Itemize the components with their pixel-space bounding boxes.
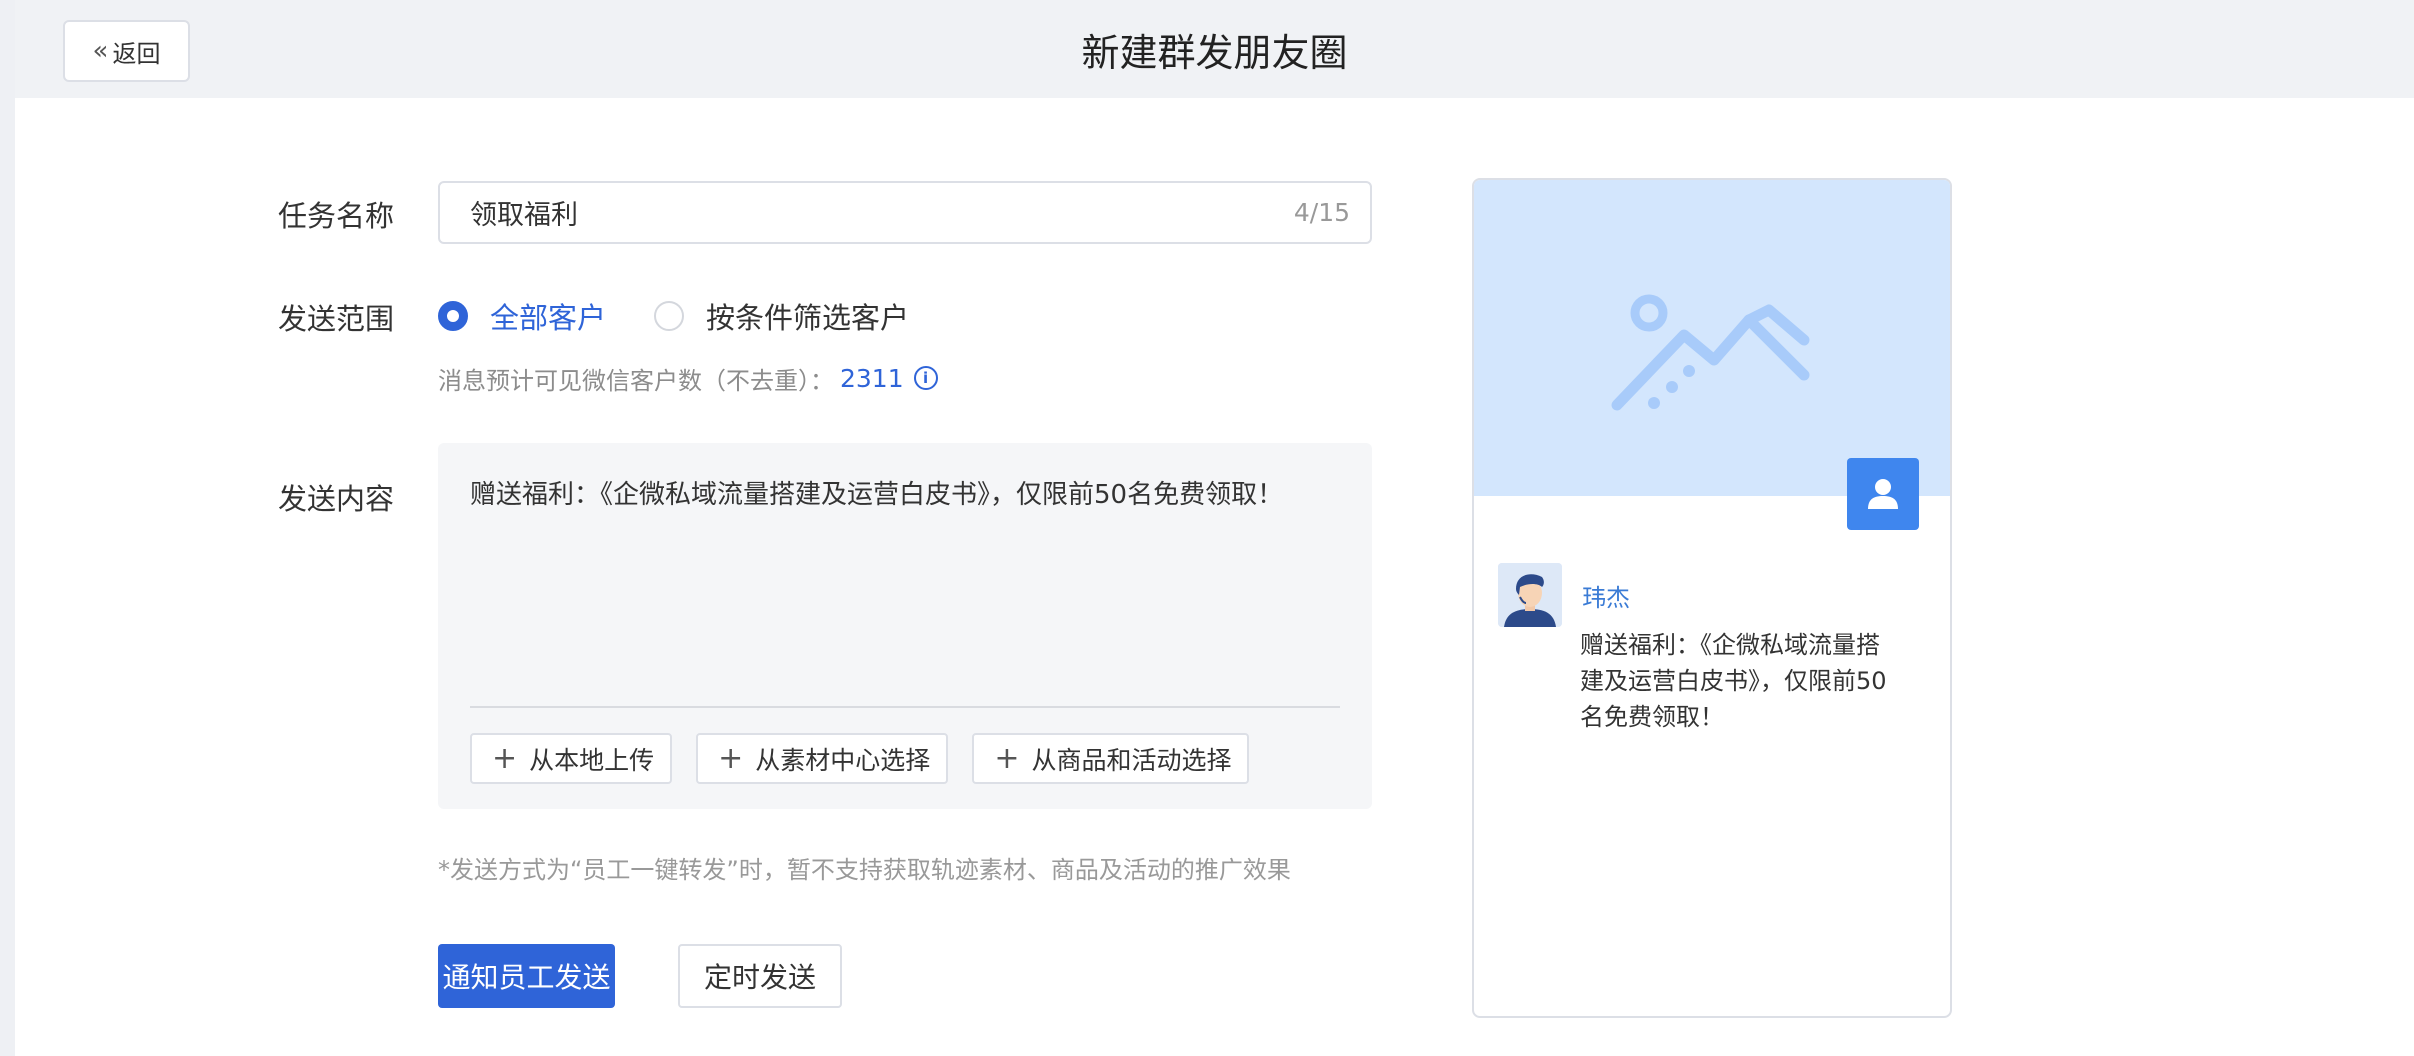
visible-customer-hint: 消息预计可见微信客户数（不去重）： 2311 i xyxy=(438,361,938,395)
plus-icon: + xyxy=(718,740,744,776)
page: 新建群发朋友圈 « 返回 任务名称 4/15 发送范围 全部客户 按条件筛选客户… xyxy=(15,0,2414,1056)
send-method-note: *发送方式为“员工一键转发”时，暂不支持获取轨迹素材、商品及活动的推广效果 xyxy=(438,856,1291,884)
plus-icon: + xyxy=(492,740,518,776)
content-editor[interactable]: 赠送福利：《企微私域流量搭建及运营白皮书》，仅限前50名免费领取！ + 从本地上… xyxy=(438,443,1372,809)
select-product-button[interactable]: + 从商品和活动选择 xyxy=(972,733,1250,784)
hint-count: 2311 xyxy=(840,363,904,393)
task-name-input[interactable] xyxy=(470,197,1294,228)
select-material-label: 从素材中心选择 xyxy=(755,745,931,775)
radio-checked-icon xyxy=(438,301,468,331)
back-button[interactable]: « 返回 xyxy=(63,20,190,82)
select-product-label: 从商品和活动选择 xyxy=(1031,745,1232,775)
page-title: 新建群发朋友圈 xyxy=(1081,30,1348,75)
radio-label: 全部客户 xyxy=(490,301,607,335)
radio-filter-customers[interactable]: 按条件筛选客户 xyxy=(654,295,909,337)
image-placeholder-icon xyxy=(1611,294,1810,411)
char-counter: 4/15 xyxy=(1293,198,1350,227)
user-name: 玮杰 xyxy=(1582,584,1630,612)
radio-unchecked-icon xyxy=(654,301,685,331)
schedule-send-button[interactable]: 定时发送 xyxy=(678,944,842,1008)
upload-local-label: 从本地上传 xyxy=(529,745,655,775)
plus-icon: + xyxy=(994,740,1020,776)
scope-radio-group: 全部客户 按条件筛选客户 xyxy=(438,296,957,336)
content-label: 发送内容 xyxy=(278,482,395,516)
select-material-button[interactable]: + 从素材中心选择 xyxy=(696,733,949,784)
radio-all-customers[interactable]: 全部客户 xyxy=(438,295,606,337)
moments-preview: 玮杰 赠送福利：《企微私域流量搭建及运营白皮书》，仅限前50名免费领取！ xyxy=(1472,178,1952,1018)
top-bar: 新建群发朋友圈 « 返回 xyxy=(15,0,2414,98)
back-button-label: 返回 xyxy=(112,39,161,68)
upload-local-button[interactable]: + 从本地上传 xyxy=(470,733,673,784)
info-icon[interactable]: i xyxy=(913,366,938,390)
post-text: 赠送福利：《企微私域流量搭建及运营白皮书》，仅限前50名免费领取！ xyxy=(1580,631,1887,731)
scope-label: 发送范围 xyxy=(278,302,395,336)
task-name-field[interactable]: 4/15 xyxy=(438,181,1372,244)
double-chevron-left-icon: « xyxy=(92,36,109,66)
user-icon xyxy=(1847,458,1919,530)
notify-staff-button[interactable]: 通知员工发送 xyxy=(438,944,615,1008)
cover-image xyxy=(1474,180,1950,496)
content-textarea[interactable]: 赠送福利：《企微私域流量搭建及运营白皮书》，仅限前50名免费领取！ xyxy=(470,477,1340,513)
avatar xyxy=(1498,563,1562,627)
hint-label: 消息预计可见微信客户数（不去重）： xyxy=(438,366,834,395)
divider xyxy=(470,706,1340,708)
task-name-label: 任务名称 xyxy=(278,199,395,233)
radio-label: 按条件筛选客户 xyxy=(706,301,910,335)
upload-options: + 从本地上传 + 从素材中心选择 + 从商品和活动选择 xyxy=(470,733,1273,784)
